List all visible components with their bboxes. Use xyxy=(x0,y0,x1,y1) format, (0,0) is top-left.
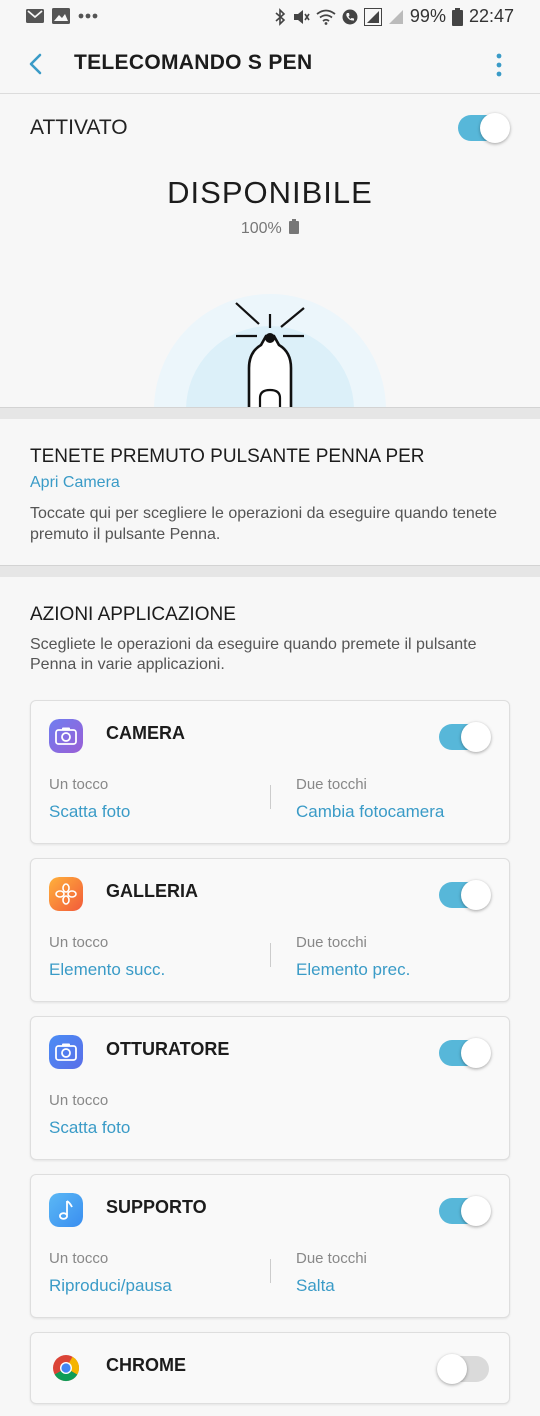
signal-empty-icon xyxy=(388,9,403,24)
toggle-knob xyxy=(461,1196,491,1226)
double-tap-value[interactable]: Cambia fotocamera xyxy=(296,802,444,822)
double-tap-label: Due tocchi xyxy=(296,1250,367,1267)
app-toggle-gallery[interactable] xyxy=(439,880,491,910)
toggle-knob xyxy=(480,113,510,143)
app-toggle-chrome[interactable] xyxy=(437,1354,489,1384)
app-card-gallery[interactable]: GALLERIA Un tocco Elemento succ. Due toc… xyxy=(30,858,510,1002)
separator xyxy=(270,785,271,809)
mail-icon xyxy=(26,9,44,23)
app-name: SUPPORTO xyxy=(106,1197,207,1217)
status-bar: 99% 22:47 xyxy=(0,0,540,34)
more-options-icon[interactable] xyxy=(488,50,510,80)
app-toggle-camera[interactable] xyxy=(439,722,491,752)
separator xyxy=(270,943,271,967)
app-actions-description: Scegliete le operazioni da eseguire quan… xyxy=(30,636,477,673)
single-tap-value[interactable]: Elemento succ. xyxy=(49,960,165,980)
clock: 22:47 xyxy=(468,6,514,26)
single-tap-value[interactable]: Riproduci/pausa xyxy=(49,1276,172,1296)
app-name: GALLERIA xyxy=(106,881,198,901)
app-name: CHROME xyxy=(106,1355,186,1375)
app-toggle-media[interactable] xyxy=(439,1196,491,1226)
app-actions-title: AZIONI APPLICAZIONE xyxy=(30,604,236,625)
double-tap-value[interactable]: Elemento prec. xyxy=(296,960,410,980)
hold-action-title: TENETE PREMUTO PULSANTE PENNA PER xyxy=(30,446,425,467)
toggle-knob xyxy=(437,1354,467,1384)
pen-battery: 100% xyxy=(0,219,540,238)
double-tap-label: Due tocchi xyxy=(296,934,367,951)
battery-percent: 99% xyxy=(409,6,446,26)
single-tap-label: Un tocco xyxy=(49,1250,109,1267)
battery-icon xyxy=(289,219,300,234)
app-card-camera[interactable]: CAMERA Un tocco Scatta foto Due tocchi C… xyxy=(30,700,510,844)
single-tap-value[interactable]: Scatta foto xyxy=(49,802,130,822)
camera-icon xyxy=(49,719,83,753)
signal-icon xyxy=(363,7,382,26)
hold-action-value: Apri Camera xyxy=(30,474,120,491)
activated-toggle[interactable] xyxy=(458,113,510,143)
wifi-icon xyxy=(316,9,336,25)
app-card-chrome[interactable]: CHROME xyxy=(30,1332,510,1404)
call-icon xyxy=(342,9,358,24)
battery-icon xyxy=(451,7,463,26)
app-toggle-shutter[interactable] xyxy=(439,1038,491,1068)
app-name: CAMERA xyxy=(106,723,185,743)
s-pen-illustration xyxy=(0,290,540,408)
toggle-knob xyxy=(461,1038,491,1068)
toggle-knob xyxy=(461,722,491,752)
more-dots-icon xyxy=(78,13,98,19)
shutter-camera-icon xyxy=(49,1035,83,1069)
pen-status: DISPONIBILE xyxy=(167,175,373,210)
back-arrow-icon[interactable] xyxy=(22,50,50,78)
bluetooth-icon xyxy=(275,7,286,26)
section-divider xyxy=(0,565,540,577)
single-tap-label: Un tocco xyxy=(49,1092,109,1109)
hold-action-description: Toccate qui per scegliere le operazioni … xyxy=(30,505,497,543)
section-divider xyxy=(0,407,540,419)
page-title: TELECOMANDO S PEN xyxy=(74,51,313,74)
double-tap-label: Due tocchi xyxy=(296,776,367,793)
separator xyxy=(270,1259,271,1283)
image-icon xyxy=(52,8,70,24)
chrome-icon xyxy=(53,1355,80,1382)
toggle-knob xyxy=(461,880,491,910)
pen-battery-value: 100% xyxy=(240,220,282,237)
activated-label: ATTIVATO xyxy=(30,116,128,139)
gallery-icon xyxy=(49,877,83,911)
app-card-shutter[interactable]: OTTURATORE Un tocco Scatta foto xyxy=(30,1016,510,1160)
single-tap-value[interactable]: Scatta foto xyxy=(49,1118,130,1138)
single-tap-label: Un tocco xyxy=(49,934,109,951)
single-tap-label: Un tocco xyxy=(49,776,109,793)
app-name: OTTURATORE xyxy=(106,1039,230,1059)
app-bar: TELECOMANDO S PEN xyxy=(0,34,540,94)
app-card-media[interactable]: SUPPORTO Un tocco Riproduci/pausa Due to… xyxy=(30,1174,510,1318)
double-tap-value[interactable]: Salta xyxy=(296,1276,335,1296)
mute-icon xyxy=(293,9,310,24)
music-note-icon xyxy=(49,1193,83,1227)
